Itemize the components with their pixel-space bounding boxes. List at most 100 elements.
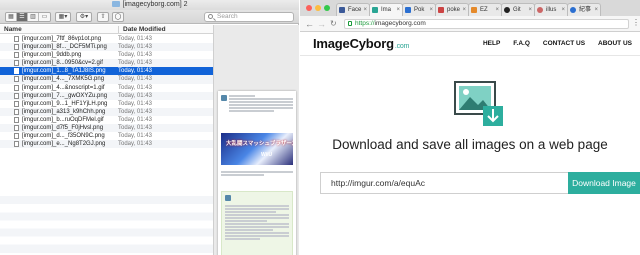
file-date: Today, 01:43 xyxy=(118,133,152,140)
tab-label: poke xyxy=(447,7,461,13)
file-icon xyxy=(14,44,19,51)
zoom-window-icon[interactable] xyxy=(324,5,330,11)
file-date: Today, 01:43 xyxy=(118,100,152,107)
browser-menu-icon[interactable]: ⋮ xyxy=(632,19,640,27)
reload-icon[interactable]: ↻ xyxy=(330,19,337,29)
avatar xyxy=(225,195,231,201)
gear-icon: ⚙▾ xyxy=(79,14,89,20)
tab-label: Pok xyxy=(414,7,425,13)
action-button[interactable]: ⚙▾ xyxy=(76,12,92,22)
file-date: Today, 01:43 xyxy=(118,92,152,99)
file-row[interactable]: [imgur.com]_e..._Ng8T2GJ.png Today, 01:43 xyxy=(0,140,213,149)
brand-suffix: .com xyxy=(394,43,410,50)
column-view-icon[interactable]: ▥ xyxy=(28,13,39,21)
file-icon xyxy=(14,52,19,59)
close-tab-icon[interactable]: × xyxy=(462,4,466,16)
file-row[interactable]: [imgur.com]_d..._f35ON9C.png Today, 01:43 xyxy=(0,132,213,140)
nav-contact-link[interactable]: CONTACT US xyxy=(543,40,585,47)
url-field[interactable]: https://imagecyborg.com xyxy=(344,19,629,29)
file-row[interactable]: [imgur.com]_8...0950&cv=2.gif Today, 01:4… xyxy=(0,59,213,68)
file-list-empty-area xyxy=(0,188,213,255)
file-icon xyxy=(14,84,19,91)
tab-news[interactable]: 紀事 × xyxy=(567,3,601,16)
illus-favicon-icon xyxy=(537,7,543,13)
tab-illus[interactable]: illus × xyxy=(534,3,568,16)
nav-faq-link[interactable]: F.A.Q xyxy=(513,40,530,47)
file-name: [imgur.com]_1...8_TA1J8IS.png xyxy=(22,68,106,75)
file-row[interactable]: [imgur.com]_9ddb.png Today, 01:43 xyxy=(0,51,213,59)
hero-headline: Download and save all images on a web pa… xyxy=(332,137,608,152)
browser-window: Face × Ima × Pok × poke × EZ × Git × illus × 紀事… xyxy=(300,0,640,255)
name-column-header[interactable]: Name xyxy=(4,26,22,33)
page-url-input[interactable]: http://imgur.com/a/equAc xyxy=(320,172,568,194)
close-tab-icon[interactable]: × xyxy=(363,4,367,16)
view-mode-segment[interactable]: ▦ ☰ ▥ ▭ xyxy=(5,12,51,22)
tag-button[interactable]: ◯ xyxy=(112,12,124,22)
file-icon xyxy=(14,133,19,140)
tab-ez[interactable]: EZ × xyxy=(468,3,502,16)
file-row[interactable]: [imgur.com]_4...&noscript=1.gif Today, 01… xyxy=(0,84,213,92)
file-icon xyxy=(14,125,19,132)
file-name: [imgur.com]_4..._7XMK5G.png xyxy=(22,76,105,83)
close-tab-icon[interactable]: × xyxy=(528,4,532,16)
file-row[interactable]: [imgur.com]_4..._7XMK5G.png Today, 01:43 xyxy=(0,75,213,84)
file-row-selected[interactable]: [imgur.com]_1...8_TA1J8IS.png Today, 01:4… xyxy=(0,67,213,76)
file-icon xyxy=(14,60,19,67)
tab-imagecyborg[interactable]: Ima × xyxy=(369,3,403,16)
preview-comment-box xyxy=(221,191,293,255)
file-row[interactable]: [imgur.com]_9...1_HF1YjLH.png Today, 01:4… xyxy=(0,100,213,108)
file-icon xyxy=(14,92,19,99)
file-row[interactable]: [imgur.com]_d7f5_F0jHvsl.png Today, 01:43 xyxy=(0,124,213,133)
forward-arrow-icon[interactable]: → xyxy=(317,19,326,29)
url-host: imagecyborg.com xyxy=(374,20,426,27)
close-tab-icon[interactable]: × xyxy=(594,4,598,16)
minimize-window-icon[interactable] xyxy=(315,5,321,11)
folder-icon xyxy=(111,1,120,7)
file-name: [imgur.com]_8...0950&cv=2.gif xyxy=(22,60,103,67)
close-tab-icon[interactable]: × xyxy=(429,4,433,16)
preview-thumbnail: 大乱闘スマッシュブラザーズ WiiU xyxy=(218,91,296,255)
file-name: [imgur.com]_9ddb.png xyxy=(22,52,82,59)
tag-icon: ◯ xyxy=(114,14,122,20)
file-row[interactable]: [imgur.com]_b...ruOqDFMel.gif Today, 01:4… xyxy=(0,116,213,124)
finder-toolbar: ▦ ☰ ▥ ▭ ▦▾ ⚙▾ ⇧ ◯ Search xyxy=(0,10,299,24)
file-name: [imgur.com]_a313_k9hChh.png xyxy=(22,108,106,115)
file-icon xyxy=(14,76,19,83)
download-image-button[interactable]: Download Image xyxy=(568,172,640,194)
nav-help-link[interactable]: HELP xyxy=(483,40,500,47)
date-column-header[interactable]: Date Modified xyxy=(118,26,166,33)
file-icon xyxy=(14,141,19,148)
tab-poke[interactable]: poke × xyxy=(435,3,469,16)
tab-facebook[interactable]: Face × xyxy=(336,3,370,16)
close-tab-icon[interactable]: × xyxy=(495,4,499,16)
file-name: [imgur.com]_d..._f35ON9C.png xyxy=(22,133,105,140)
file-icon xyxy=(14,108,19,115)
tab-pok[interactable]: Pok × xyxy=(402,3,436,16)
file-row[interactable]: [imgur.com]_7..._gwOXYZu.png Today, 01:43 xyxy=(0,91,213,100)
close-window-icon[interactable] xyxy=(306,5,312,11)
share-button[interactable]: ⇧ xyxy=(97,12,109,22)
file-row[interactable]: [imgur.com]_8f..._DCF5MTi.png Today, 01:4… xyxy=(0,43,213,52)
file-row[interactable]: [imgur.com]_a313_k9hChh.png Today, 01:43 xyxy=(0,107,213,116)
imagecyborg-favicon-icon xyxy=(372,7,378,13)
file-date: Today, 01:43 xyxy=(118,116,152,123)
file-icon xyxy=(14,36,19,42)
close-tab-icon[interactable]: × xyxy=(561,4,565,16)
file-row[interactable]: [imgur.com]_7ftf_86vp1ot.png Today, 01:43 xyxy=(0,35,213,43)
back-arrow-icon[interactable]: ← xyxy=(305,19,314,29)
tab-github[interactable]: Git × xyxy=(501,3,535,16)
list-view-icon[interactable]: ☰ xyxy=(17,13,28,21)
site-logo[interactable]: ImageCyborg.com xyxy=(313,36,409,51)
file-name: [imgur.com]_b...ruOqDFMel.gif xyxy=(22,116,104,123)
close-tab-icon[interactable]: × xyxy=(396,4,400,16)
arrange-button[interactable]: ▦▾ xyxy=(55,12,71,22)
preview-game-banner: 大乱闘スマッシュブラザーズ WiiU xyxy=(221,133,293,165)
search-input[interactable]: Search xyxy=(204,12,294,22)
icon-view-icon[interactable]: ▦ xyxy=(6,13,17,21)
cover-flow-icon[interactable]: ▭ xyxy=(39,13,50,21)
nav-about-link[interactable]: ABOUT US xyxy=(598,40,632,47)
site-nav-links: HELP F.A.Q CONTACT US ABOUT US xyxy=(483,40,632,47)
file-name: [imgur.com]_4...&noscript=1.gif xyxy=(22,84,105,91)
tab-label: 紀事 xyxy=(579,7,592,13)
file-date: Today, 01:43 xyxy=(118,52,152,59)
